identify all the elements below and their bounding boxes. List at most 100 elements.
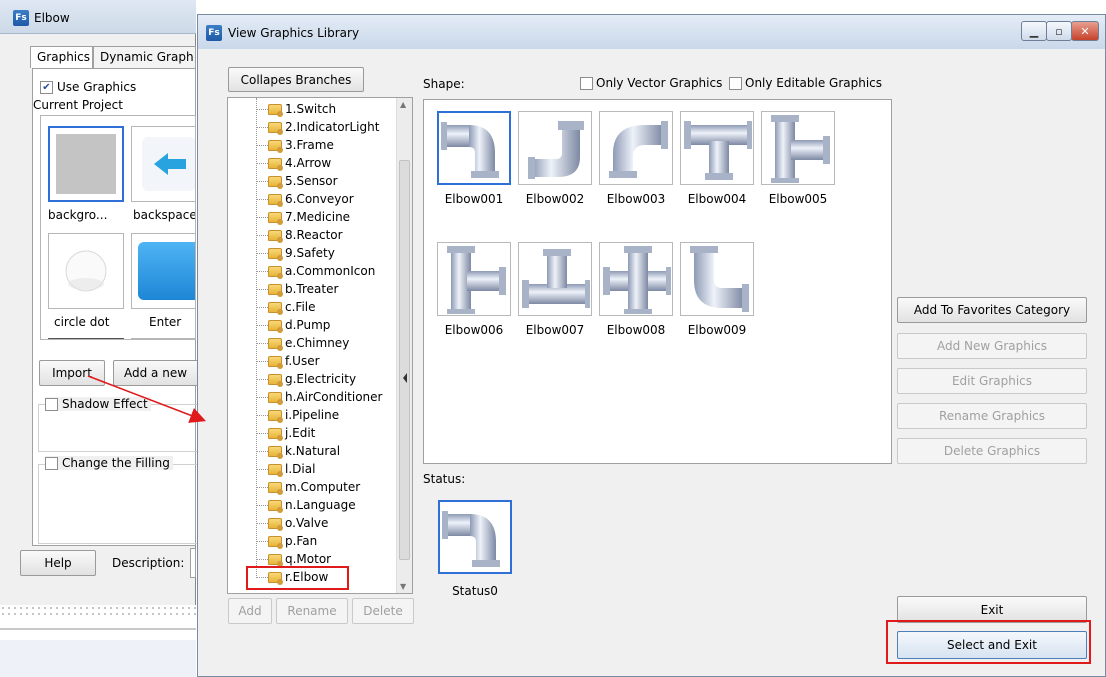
tree-item-label: p.Fan — [285, 534, 318, 548]
tree-item[interactable]: h.AirConditioner — [268, 388, 382, 406]
tree-item[interactable]: b.Treater — [268, 280, 338, 298]
tree-connector — [256, 523, 268, 524]
delete-graphics-button[interactable]: Delete Graphics — [897, 438, 1087, 464]
tree-item[interactable]: a.CommonIcon — [268, 262, 375, 280]
graphic-thumb[interactable] — [761, 111, 835, 185]
folder-icon — [268, 517, 283, 531]
elbow-window: Fs Elbow Graphics Dynamic Graph ✔ Use Gr… — [0, 0, 199, 605]
tab-graphics[interactable]: Graphics — [30, 46, 93, 68]
graphic-thumb[interactable] — [599, 242, 673, 316]
graphic-thumb[interactable] — [680, 111, 754, 185]
graphic-thumb[interactable] — [437, 242, 511, 316]
graphic-thumb[interactable] — [518, 242, 592, 316]
tree-item-label: i.Pipeline — [285, 408, 340, 422]
thumb-partial[interactable] — [131, 338, 195, 339]
tree-item[interactable]: i.Pipeline — [268, 406, 339, 424]
tree-item[interactable]: j.Edit — [268, 424, 315, 442]
exit-button[interactable]: Exit — [897, 596, 1087, 623]
tree-item[interactable]: 4.Arrow — [268, 154, 331, 172]
thumb-partial[interactable] — [48, 338, 124, 339]
tree-item-label: 8.Reactor — [285, 228, 343, 242]
tree-rename-button[interactable]: Rename — [276, 598, 348, 624]
folder-icon — [268, 337, 283, 351]
graphic-thumb[interactable] — [680, 242, 754, 316]
thumb-enter[interactable] — [131, 233, 195, 309]
close-button[interactable]: ✕ — [1071, 21, 1099, 41]
tree-item[interactable]: c.File — [268, 298, 316, 316]
graphic-thumb[interactable] — [437, 111, 511, 185]
tree-item[interactable]: 5.Sensor — [268, 172, 338, 190]
scroll-down-icon[interactable]: ▼ — [400, 582, 406, 591]
tab-dynamic-graph[interactable]: Dynamic Graph — [93, 46, 196, 68]
tree-item[interactable]: f.User — [268, 352, 320, 370]
tree-connector — [256, 307, 268, 308]
only-vector-label: Only Vector Graphics — [596, 76, 723, 90]
scroll-up-icon[interactable]: ▲ — [400, 100, 406, 109]
only-editable-checkbox[interactable] — [729, 76, 742, 90]
folder-icon — [268, 157, 283, 171]
tree-scrollbar[interactable]: ▲ ▼ — [396, 98, 412, 593]
tree-item[interactable]: o.Valve — [268, 514, 328, 532]
tree-item[interactable]: k.Natural — [268, 442, 340, 460]
tree-delete-button[interactable]: Delete — [352, 598, 414, 624]
tree-connector — [256, 451, 268, 452]
add-new-graphics-button[interactable]: Add New Graphics — [897, 333, 1087, 359]
tree-item[interactable]: m.Computer — [268, 478, 360, 496]
thumb-backspace[interactable] — [131, 126, 195, 202]
collapse-branches-button[interactable]: Collapes Branches — [228, 67, 364, 92]
change-filling-checkbox[interactable] — [45, 456, 58, 470]
tree-item-label: 5.Sensor — [285, 174, 338, 188]
tree-item[interactable]: l.Dial — [268, 460, 315, 478]
graphic-thumb[interactable] — [518, 111, 592, 185]
designer-grid — [0, 605, 196, 619]
graphic-thumb[interactable] — [599, 111, 673, 185]
tree-item[interactable]: 6.Conveyor — [268, 190, 354, 208]
thumb-background[interactable] — [48, 126, 124, 202]
change-filling-group — [38, 464, 198, 544]
tree-item[interactable]: p.Fan — [268, 532, 317, 550]
tree-connector — [256, 127, 268, 128]
current-project-gallery: backgro... backspace circle dot Enter — [40, 115, 196, 340]
tree-item-label: 1.Switch — [285, 102, 337, 116]
description-field[interactable] — [190, 548, 196, 578]
status-strip — [0, 640, 196, 677]
folder-icon — [268, 535, 283, 549]
thumb-circle-dot[interactable] — [48, 233, 124, 309]
help-button[interactable]: Help — [20, 550, 96, 576]
tree-item-label: 2.IndicatorLight — [285, 120, 380, 134]
folder-icon — [268, 409, 283, 423]
tree-item[interactable]: 1.Switch — [268, 100, 336, 118]
maximize-button[interactable]: ▫ — [1046, 21, 1072, 41]
tree-item[interactable]: 3.Frame — [268, 136, 334, 154]
tree-item[interactable]: 9.Safety — [268, 244, 335, 262]
tree-item[interactable]: n.Language — [268, 496, 356, 514]
splitter-handle[interactable] — [402, 363, 408, 393]
use-graphics-checkbox[interactable]: ✔ — [40, 80, 53, 94]
tree-item-label: h.AirConditioner — [285, 390, 383, 404]
only-vector-checkbox[interactable] — [580, 76, 593, 90]
tree-item-label: 3.Frame — [285, 138, 334, 152]
thumb-label: circle dot — [54, 315, 110, 329]
tree-item[interactable]: e.Chimney — [268, 334, 349, 352]
shadow-effect-checkbox[interactable] — [45, 397, 58, 411]
tree-item[interactable]: d.Pump — [268, 316, 330, 334]
tree-scroll-thumb[interactable] — [399, 160, 410, 560]
elbow-window-title: Elbow — [34, 11, 70, 25]
only-editable-label: Only Editable Graphics — [745, 76, 883, 90]
add-to-favorites-button[interactable]: Add To Favorites Category — [897, 297, 1087, 323]
tree-item[interactable]: 8.Reactor — [268, 226, 343, 244]
category-tree[interactable]: ▲ ▼ 1.Switch 2.IndicatorLight 3.Frame 4.Arr… — [227, 97, 413, 594]
folder-icon — [268, 373, 283, 387]
tree-add-button[interactable]: Add — [228, 598, 272, 624]
dialog-titlebar: Fs View Graphics Library ▁ ▫ ✕ — [198, 15, 1105, 49]
status-thumb[interactable] — [438, 500, 512, 574]
edit-graphics-button[interactable]: Edit Graphics — [897, 368, 1087, 394]
tree-item[interactable]: g.Electricity — [268, 370, 356, 388]
rename-graphics-button[interactable]: Rename Graphics — [897, 403, 1087, 429]
tree-item[interactable]: 2.IndicatorLight — [268, 118, 379, 136]
graphic-label: Elbow008 — [606, 323, 666, 337]
tree-connector — [256, 379, 268, 380]
minimize-button[interactable]: ▁ — [1021, 21, 1047, 41]
tree-item[interactable]: 7.Medicine — [268, 208, 350, 226]
use-graphics-label: Use Graphics — [57, 80, 137, 94]
